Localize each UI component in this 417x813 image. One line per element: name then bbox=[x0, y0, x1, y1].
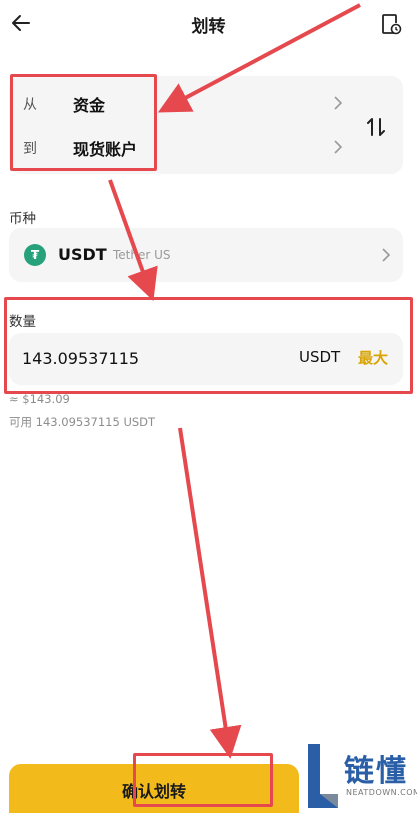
coin-name: Tether US bbox=[113, 248, 171, 262]
history-button[interactable] bbox=[380, 12, 402, 36]
swap-button[interactable] bbox=[363, 114, 389, 140]
coin-section-label: 币种 bbox=[9, 211, 36, 227]
logo-mark-icon bbox=[308, 744, 338, 808]
chevron-right-icon bbox=[334, 96, 343, 110]
history-icon bbox=[382, 14, 402, 35]
page-title: 划转 bbox=[191, 17, 226, 37]
coin-selector[interactable]: ₮ USDT Tether US bbox=[9, 228, 403, 282]
available-balance: 可用 143.09537115 USDT bbox=[9, 415, 156, 429]
chevron-right-icon bbox=[382, 248, 391, 262]
annotation-arrow bbox=[178, 427, 242, 759]
annotation-box-confirm bbox=[133, 753, 273, 807]
tether-icon: ₮ bbox=[24, 244, 46, 266]
watermark-subtitle: NEATDOWN.COM bbox=[346, 788, 417, 797]
swap-icon bbox=[367, 118, 385, 136]
header: 划转 bbox=[0, 0, 417, 50]
watermark-title: 链懂 bbox=[344, 754, 408, 789]
annotation-box-amount bbox=[4, 297, 413, 394]
coin-symbol: USDT bbox=[58, 245, 107, 264]
annotation-box-accounts bbox=[10, 74, 157, 171]
fiat-estimate: ≈ $143.09 bbox=[9, 392, 70, 406]
watermark-logo: 链懂 NEATDOWN.COM bbox=[302, 738, 417, 813]
chevron-right-icon bbox=[334, 140, 343, 154]
